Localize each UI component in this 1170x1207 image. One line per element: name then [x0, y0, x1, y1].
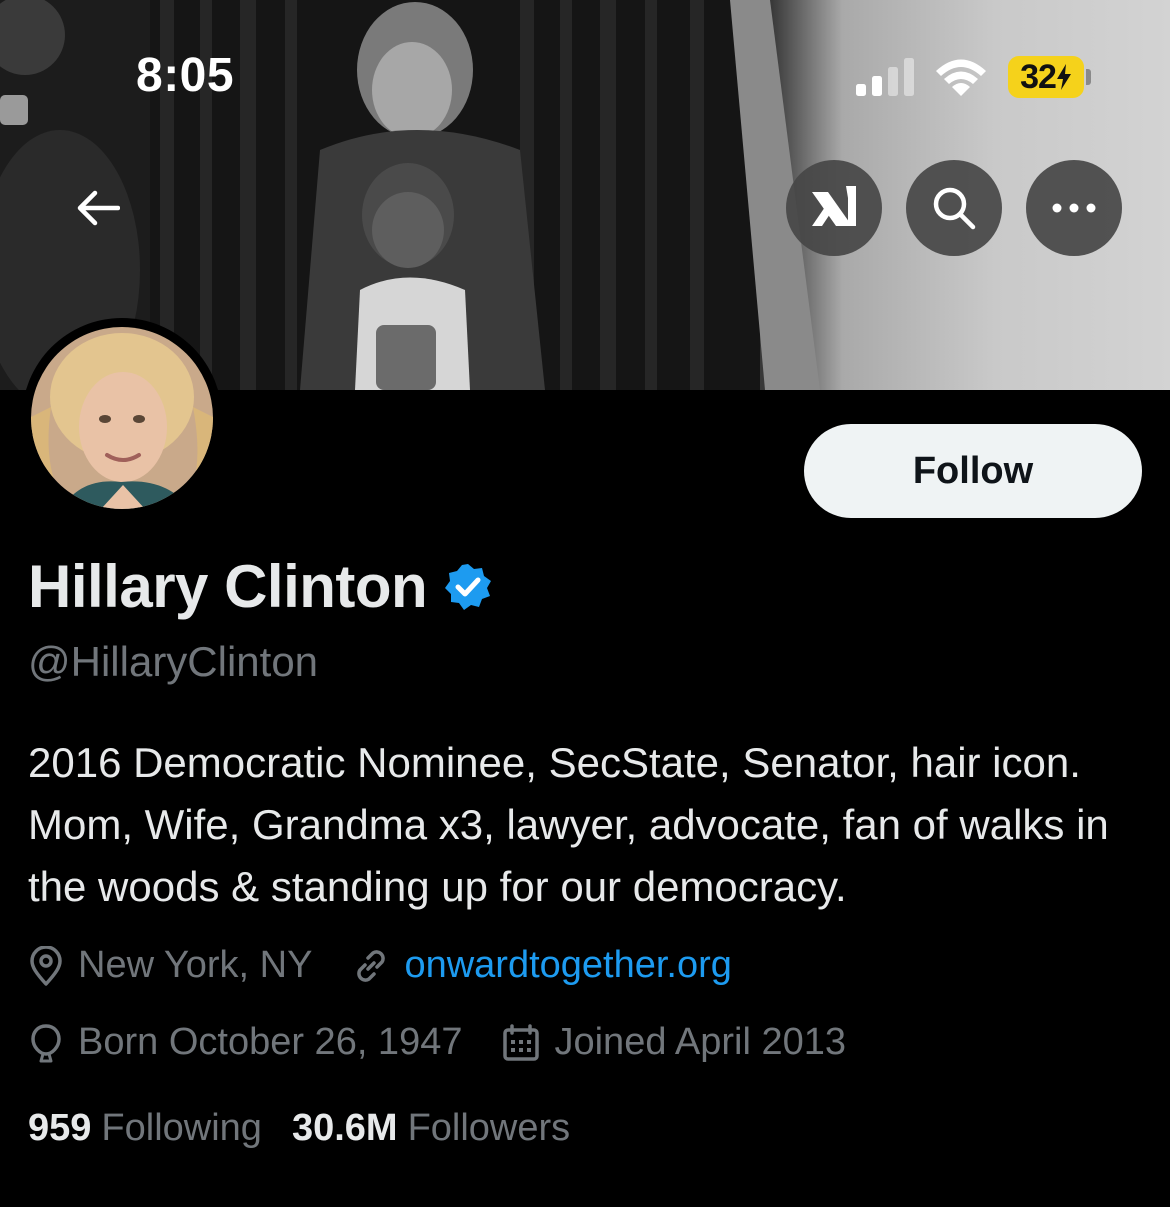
following-link[interactable]: 959 Following — [28, 1107, 262, 1150]
handle: @HillaryClinton — [28, 638, 319, 685]
battery-level: 32 — [1020, 57, 1057, 96]
avatar[interactable] — [31, 327, 213, 509]
back-button[interactable] — [60, 170, 136, 246]
status-time: 8:05 — [136, 49, 235, 102]
profile-page: 8:05 32 Follow Hillary Clinton @HillaryC… — [0, 0, 1170, 1207]
more-horizontal-icon — [1052, 203, 1096, 213]
born-text: Born October 26, 1947 — [78, 1021, 463, 1063]
website-item[interactable]: onwardtogether.org — [352, 944, 732, 987]
grok-button[interactable] — [786, 160, 882, 256]
wifi-icon — [936, 59, 986, 96]
arrow-left-icon — [77, 190, 120, 226]
location-pin-icon — [30, 945, 62, 986]
verified-badge-icon[interactable] — [443, 562, 493, 612]
charging-bolt-icon — [1056, 64, 1071, 90]
following-count: 959 — [28, 1107, 92, 1149]
battery-cap — [1086, 69, 1091, 85]
search-button[interactable] — [906, 160, 1002, 256]
battery-indicator: 32 — [1008, 56, 1084, 98]
joined-text: Joined April 2013 — [554, 1021, 847, 1063]
meta-row-location-website: New York, NY onwardtogether.org — [28, 944, 772, 987]
follow-button[interactable]: Follow — [804, 424, 1142, 518]
meta-row-born-joined: Born October 26, 1947 Joined April 2013 — [28, 1021, 886, 1064]
follow-counts: 959 Following 30.6M Followers — [28, 1107, 600, 1150]
location-text: New York, NY — [78, 944, 313, 986]
followers-label: Followers — [407, 1107, 571, 1149]
search-icon — [933, 187, 976, 230]
bio-text: 2016 Democratic Nominee, SecState, Senat… — [28, 739, 1109, 910]
balloon-icon — [31, 1023, 61, 1062]
location-item: New York, NY — [28, 944, 312, 987]
calendar-icon — [503, 1023, 540, 1061]
more-options-button[interactable] — [1026, 160, 1122, 256]
following-label: Following — [101, 1107, 262, 1149]
joined-item: Joined April 2013 — [502, 1021, 846, 1064]
followers-count: 30.6M — [291, 1107, 398, 1149]
avatar-photo — [31, 327, 213, 509]
born-item: Born October 26, 1947 — [28, 1021, 462, 1064]
link-icon — [357, 949, 386, 982]
grok-icon — [812, 186, 856, 226]
followers-link[interactable]: 30.6M Followers — [292, 1107, 570, 1150]
website-link[interactable]: onwardtogether.org — [404, 944, 731, 987]
name-row: Hillary Clinton — [28, 552, 493, 621]
display-name: Hillary Clinton — [28, 553, 428, 620]
cellular-signal-icon — [856, 58, 914, 96]
